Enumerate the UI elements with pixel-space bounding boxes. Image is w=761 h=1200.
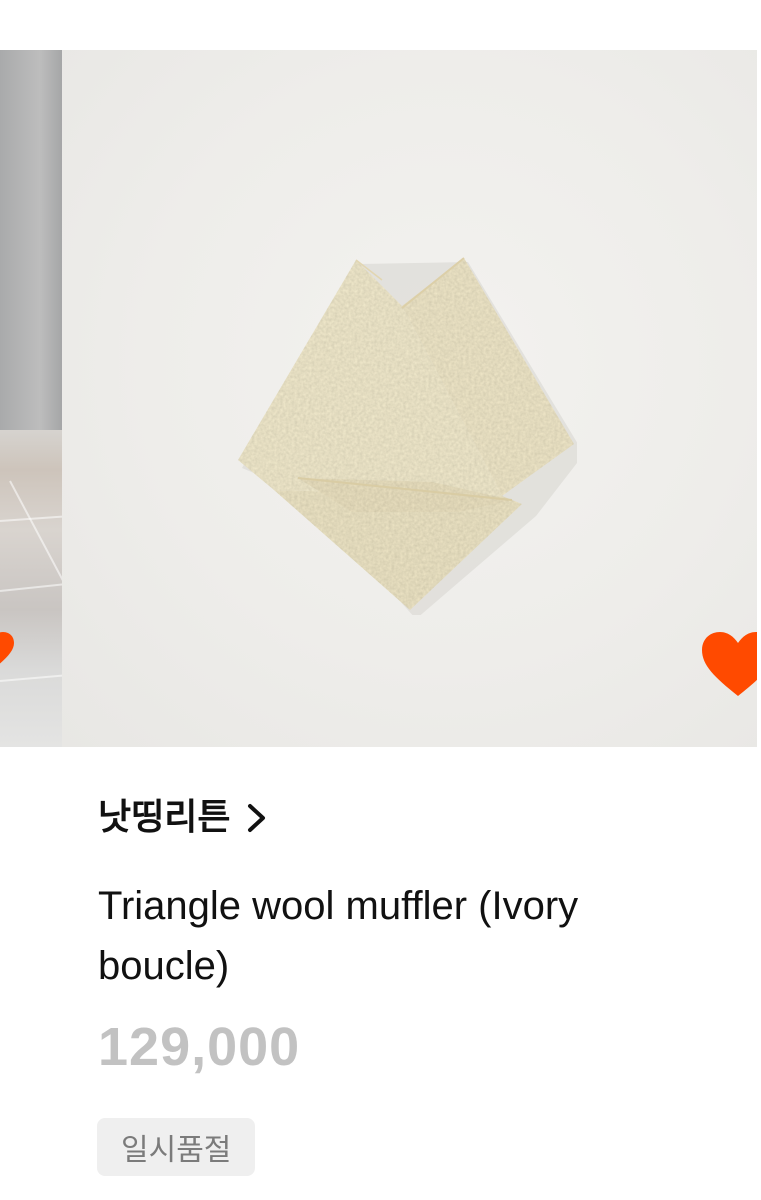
product-price: 129,000 <box>98 1017 301 1077</box>
brand-name: 낫띵리튼 <box>98 797 231 838</box>
heart-icon[interactable] <box>700 630 757 700</box>
product-title: Triangle wool muffler (Ivory boucle) <box>98 884 579 988</box>
product-card: 낫띵리튼 Triangle wool muffler (Ivory boucle… <box>0 0 761 1200</box>
scarf-image <box>238 257 577 615</box>
product-image-carousel[interactable] <box>0 50 761 747</box>
main-product-image[interactable] <box>62 50 757 747</box>
chevron-right-icon <box>248 804 266 832</box>
wall-background <box>0 50 62 430</box>
brand-link[interactable]: 낫띵리튼 <box>98 792 268 844</box>
wishlist-button[interactable] <box>700 630 757 700</box>
heart-icon[interactable] <box>0 630 14 674</box>
status-badge: 일시품절 <box>97 1118 256 1176</box>
floor-tile-line <box>0 673 62 682</box>
floor-tile-line <box>0 582 62 592</box>
previous-product-image[interactable] <box>0 50 62 747</box>
